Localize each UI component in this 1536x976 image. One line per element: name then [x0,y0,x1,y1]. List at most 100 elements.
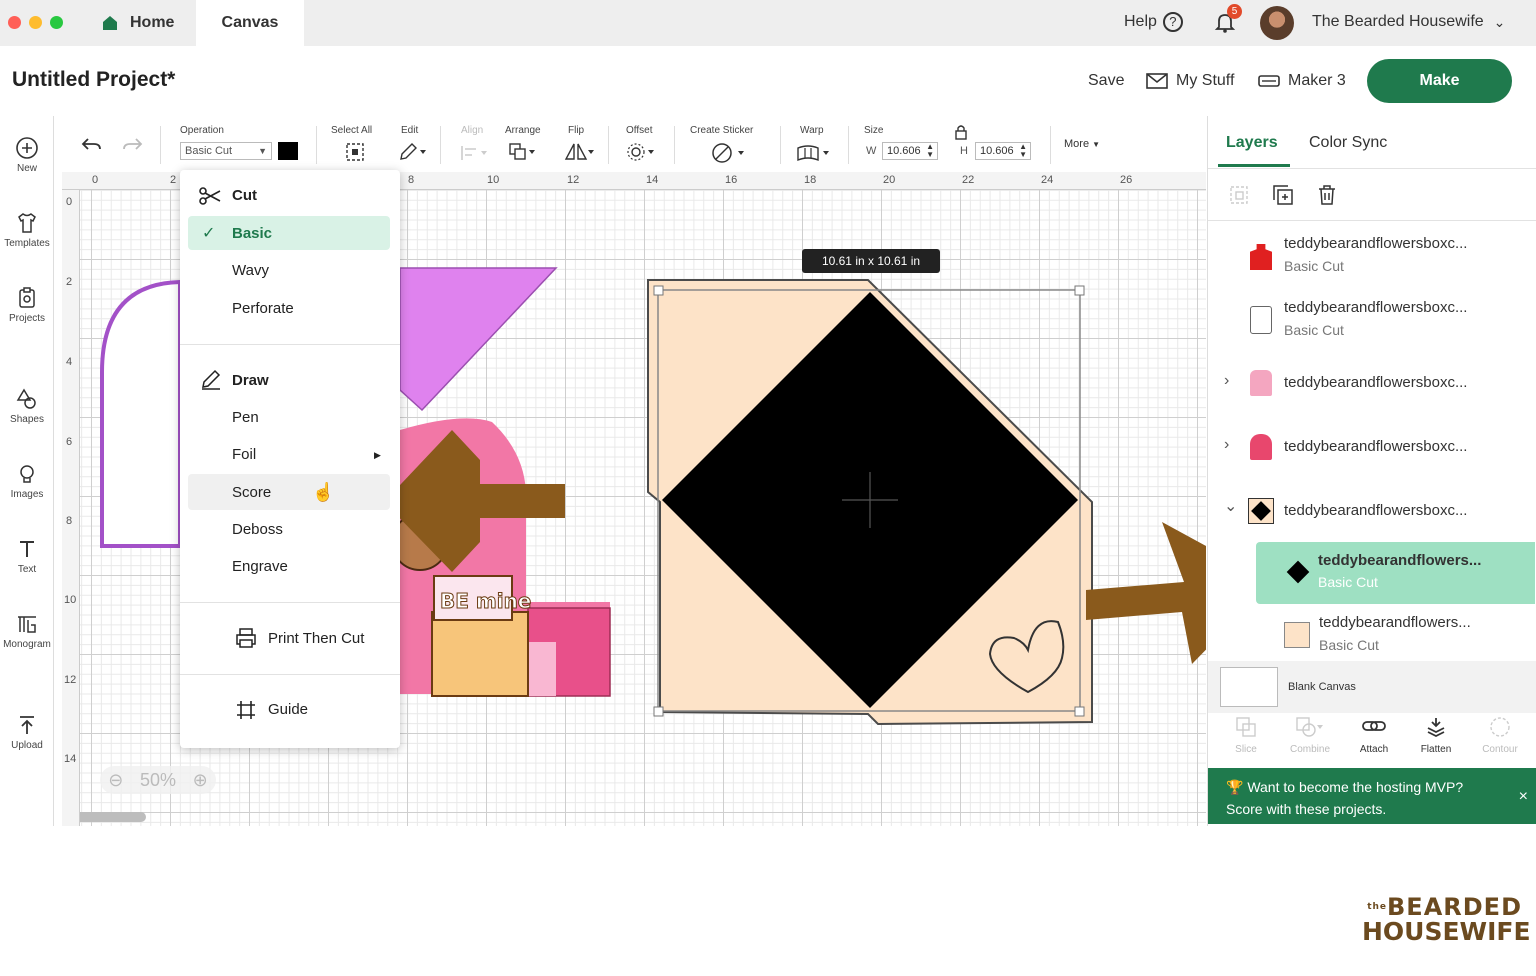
duplicate-icon[interactable] [1272,184,1294,206]
height-input[interactable]: 10.606 ▲ ▼ [975,142,1031,160]
help-link[interactable]: Help ? [1124,12,1183,32]
menu-divider [180,344,400,345]
maximize-window-dot[interactable] [50,16,63,29]
menu-item-print-then-cut[interactable]: Print Then Cut [268,630,364,647]
layer-row[interactable]: teddybearandflowersboxc... Basic Cut [1208,228,1536,288]
tab-canvas[interactable]: Canvas [196,0,304,46]
chevron-right-icon[interactable]: › [1224,436,1229,454]
group-icon[interactable] [1228,184,1250,206]
zoom-out-icon[interactable]: ⊖ [108,770,123,791]
blank-canvas-label: Blank Canvas [1288,681,1356,693]
sidebar-item-images[interactable]: Images [0,462,54,500]
promo-banner[interactable]: 🏆 Want to become the hosting MVP? Score … [1208,768,1536,824]
layer-name: teddybearandflowers... [1318,552,1482,569]
width-input[interactable]: 10.606 ▲ ▼ [882,142,938,160]
arrange-icon[interactable] [508,142,538,162]
operation-select[interactable]: Basic Cut ▼ [180,142,272,160]
contour-label: Contour [1482,744,1518,755]
zoom-control[interactable]: ⊖ 50% ⊕ [100,766,216,794]
save-button[interactable]: Save [1088,72,1124,90]
height-label: H [960,145,968,157]
align-label: Align [461,125,484,136]
make-button[interactable]: Make [1367,59,1512,103]
chevron-down-icon[interactable]: ⌄ [1224,496,1237,516]
submenu-arrow-icon: ▶ [374,450,381,460]
selection-handle [653,706,664,717]
slice-button[interactable]: Slice [1216,716,1276,755]
minimize-window-dot[interactable] [29,16,42,29]
menu-item-deboss[interactable]: Deboss [232,521,283,538]
select-all-icon[interactable] [345,142,365,162]
lock-icon[interactable] [954,124,968,140]
sidebar-item-text[interactable]: Text [0,537,54,575]
home-icon [103,16,117,30]
logo-small-text: the [1367,902,1388,912]
flatten-button[interactable]: Flatten [1406,716,1466,755]
layer-thumbnail [1250,306,1272,334]
layer-name: teddybearandflowersboxc... [1284,299,1468,316]
menu-item-wavy[interactable]: Wavy [232,262,269,279]
upload-icon [20,716,34,734]
attach-label: Attach [1359,744,1389,755]
menu-item-engrave[interactable]: Engrave [232,558,288,575]
sidebar-item-projects[interactable]: Projects [0,286,54,324]
notifications-button[interactable]: 5 [1213,4,1242,36]
layer-group-row[interactable]: › teddybearandflowersboxc... [1208,420,1536,480]
sidebar-item-shapes[interactable]: Shapes [0,387,54,425]
menu-item-perforate[interactable]: Perforate [232,300,294,317]
sidebar-item-monogram[interactable]: Monogram [0,612,54,650]
contour-button[interactable]: Contour [1470,716,1530,755]
tab-layers[interactable]: Layers [1226,134,1278,152]
layer-group-row[interactable]: ⌄ teddybearandflowersboxc... [1208,484,1536,544]
user-menu[interactable]: The Bearded Housewife ⌄ [1312,13,1505,31]
blank-canvas-row[interactable]: Blank Canvas [1208,661,1536,713]
sidebar-item-templates[interactable]: Templates [0,211,54,249]
sidebar-label: Templates [4,238,50,249]
combine-button[interactable]: Combine [1280,716,1340,755]
panel-divider [1208,168,1536,169]
lightbulb-icon [20,465,34,483]
color-swatch[interactable] [278,142,298,160]
align-icon[interactable] [460,144,490,162]
layer-thumbnail [1286,560,1310,584]
layer-group-row[interactable]: › teddybearandflowersboxc... [1208,356,1536,416]
more-button[interactable]: More ▼ [1064,138,1100,150]
layer-row-selected[interactable]: teddybearandflowers... Basic Cut [1256,542,1535,604]
menu-item-basic[interactable]: ✓ Basic [188,216,390,250]
close-window-dot[interactable] [8,16,21,29]
tab-color-sync[interactable]: Color Sync [1309,134,1387,152]
layer-row[interactable]: teddybearandflowersboxc... Basic Cut [1208,292,1536,352]
sidebar-item-upload[interactable]: Upload [0,713,54,751]
blank-canvas-swatch[interactable] [1220,667,1278,707]
undo-icon[interactable] [80,136,102,154]
tab-home[interactable]: Home [100,0,190,46]
zoom-in-icon[interactable]: ⊕ [193,770,208,791]
ruler-tick-label: 4 [66,356,73,368]
offset-icon[interactable] [626,142,658,162]
close-icon[interactable]: × [1519,786,1528,808]
flip-icon[interactable] [564,142,596,162]
sidebar-item-new[interactable]: New [0,136,54,174]
trash-icon[interactable] [1316,184,1338,206]
attach-button[interactable]: Attach [1344,716,1404,755]
my-stuff-button[interactable]: My Stuff [1146,72,1234,90]
sticker-icon[interactable] [708,142,748,164]
layer-row[interactable]: teddybearandflowers... Basic Cut [1208,608,1536,668]
warp-icon[interactable] [796,144,832,162]
menu-item-foil[interactable]: Foil [232,446,256,463]
chevron-right-icon[interactable]: › [1224,372,1229,390]
pencil-icon[interactable] [398,142,428,162]
ruler-tick-label: 10 [487,174,500,186]
page-title[interactable]: Untitled Project* [12,68,175,92]
menu-item-pen[interactable]: Pen [232,409,259,426]
menu-item-score[interactable]: Score ☝ [188,474,390,510]
menu-item-guide[interactable]: Guide [268,701,308,718]
arch-shape [100,279,182,548]
machine-selector[interactable]: Maker 3 [1258,72,1346,90]
avatar[interactable] [1260,6,1294,40]
redo-icon[interactable] [122,136,144,154]
size-tooltip-text: 10.61 in x 10.61 in [821,254,921,268]
selection-handle [1074,285,1085,296]
ruler-tick-label: 14 [646,174,659,186]
toolbar-divider [316,126,317,164]
